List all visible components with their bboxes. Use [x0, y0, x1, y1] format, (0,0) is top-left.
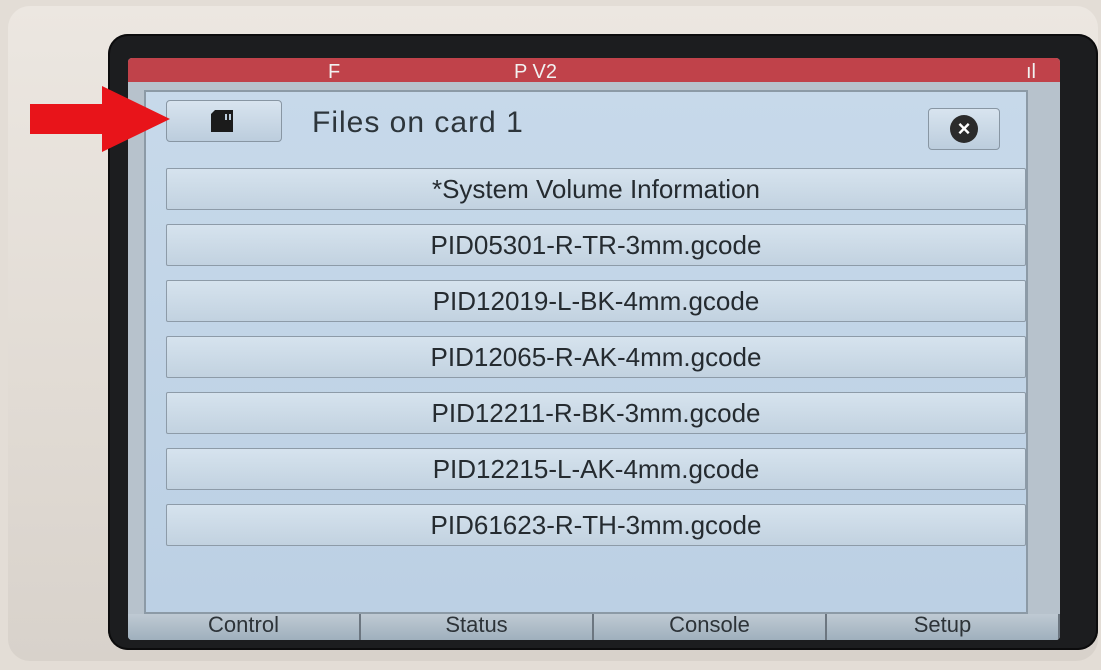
close-icon: ×	[950, 115, 978, 143]
file-item[interactable]: PID61623-R-TH-3mm.gcode	[166, 504, 1026, 546]
file-item[interactable]: PID12211-R-BK-3mm.gcode	[166, 392, 1026, 434]
top-bar: F P V2 ıl	[128, 58, 1060, 83]
signal-icon: ıl	[1026, 61, 1036, 83]
file-item[interactable]: PID12019-L-BK-4mm.gcode	[166, 280, 1026, 322]
tab-setup[interactable]: Setup	[827, 614, 1060, 640]
file-item[interactable]: PID12065-R-AK-4mm.gcode	[166, 336, 1026, 378]
file-dialog: Files on card 1 × *System Volume Informa…	[144, 90, 1028, 614]
tab-console[interactable]: Console	[594, 614, 827, 640]
sd-card-button[interactable]	[166, 100, 282, 142]
sd-card-icon	[211, 110, 233, 132]
file-item[interactable]: PID12215-L-AK-4mm.gcode	[166, 448, 1026, 490]
top-bar-left-text: F	[328, 61, 341, 83]
file-item[interactable]: PID05301-R-TR-3mm.gcode	[166, 224, 1026, 266]
bottom-tab-bar: Control Status Console Setup	[128, 614, 1060, 640]
file-list: *System Volume Information PID05301-R-TR…	[166, 168, 1026, 560]
tab-control[interactable]: Control	[128, 614, 361, 640]
tab-status[interactable]: Status	[361, 614, 594, 640]
dialog-title: Files on card 1	[312, 106, 524, 139]
red-arrow-annotation	[30, 86, 170, 152]
touch-screen: F P V2 ıl Control Status Console Setup F…	[128, 58, 1060, 640]
close-button[interactable]: ×	[928, 108, 1000, 150]
file-item[interactable]: *System Volume Information	[166, 168, 1026, 210]
top-bar-center-text: P V2	[514, 61, 557, 83]
